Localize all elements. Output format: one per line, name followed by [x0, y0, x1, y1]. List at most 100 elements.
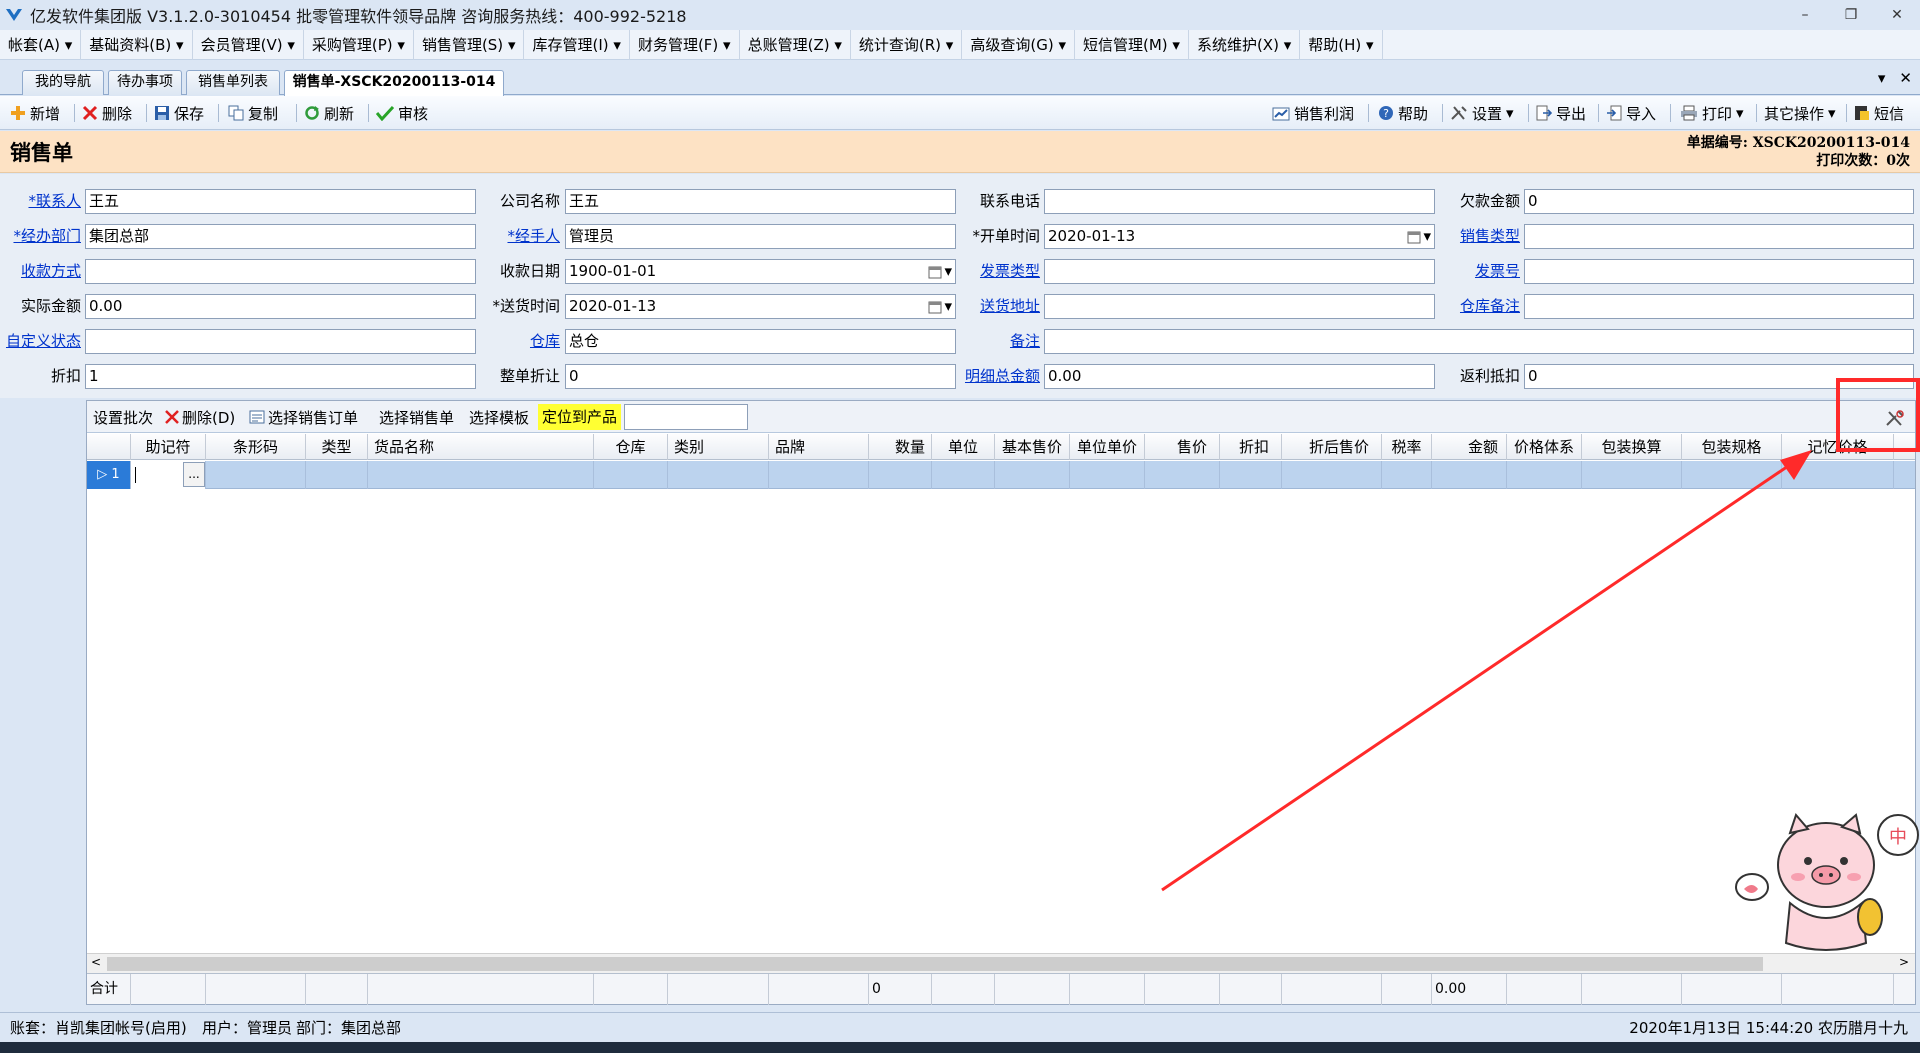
scroll-thumb[interactable]: [107, 957, 1763, 971]
col-warehouse[interactable]: 仓库: [594, 434, 668, 460]
refresh-button[interactable]: 刷新: [304, 96, 354, 130]
menu-sms[interactable]: 短信管理(M) ▾: [1075, 29, 1189, 60]
custom-status-label[interactable]: 自定义状态: [0, 329, 81, 353]
locate-product-input[interactable]: [624, 404, 748, 430]
mnemonic-cell[interactable]: ...: [131, 461, 206, 489]
warehouse-label[interactable]: 仓库: [480, 329, 560, 353]
col-brand[interactable]: 品牌: [769, 434, 869, 460]
dept-field[interactable]: 集团总部: [85, 224, 476, 249]
col-unit-price[interactable]: 单位单价: [1070, 434, 1145, 460]
horizontal-scrollbar[interactable]: < >: [87, 953, 1915, 973]
scroll-right-icon[interactable]: >: [1899, 955, 1909, 969]
scroll-left-icon[interactable]: <: [91, 955, 101, 969]
sms-button[interactable]: 短信: [1854, 96, 1904, 130]
delete-button[interactable]: 删除: [82, 96, 132, 130]
chevron-down-icon[interactable]: ▾: [1423, 225, 1431, 248]
col-base-price[interactable]: 基本售价: [995, 434, 1070, 460]
invoice-no-field[interactable]: [1524, 259, 1914, 284]
tab-close-icon[interactable]: ✕: [1899, 69, 1912, 87]
tab-sales-list[interactable]: 销售单列表: [186, 70, 280, 95]
menu-advanced-query[interactable]: 高级查询(G) ▾: [962, 29, 1075, 60]
col-type[interactable]: 类型: [306, 434, 368, 460]
menu-ledger[interactable]: 总账管理(Z) ▾: [740, 29, 851, 60]
delivery-addr-field[interactable]: [1044, 294, 1435, 319]
audit-button[interactable]: 审核: [376, 96, 428, 130]
calendar-icon[interactable]: [928, 300, 942, 314]
select-sales-order-button[interactable]: 选择销售订单: [249, 401, 358, 433]
sale-type-field[interactable]: [1524, 224, 1914, 249]
actual-amount-field[interactable]: 0.00: [85, 294, 476, 319]
contact-label[interactable]: *联系人: [0, 189, 81, 213]
menu-sales[interactable]: 销售管理(S) ▾: [414, 29, 525, 60]
menu-purchase[interactable]: 采购管理(P) ▾: [304, 29, 414, 60]
remark-field[interactable]: [1044, 329, 1914, 354]
warehouse-field[interactable]: 总仓: [565, 329, 956, 354]
invoice-no-label[interactable]: 发票号: [1440, 259, 1520, 283]
settings-button[interactable]: 设置 ▾: [1450, 96, 1514, 130]
invoice-type-label[interactable]: 发票类型: [960, 259, 1040, 283]
menu-finance[interactable]: 财务管理(F) ▾: [630, 29, 740, 60]
close-icon[interactable]: ✕: [1874, 0, 1920, 30]
copy-button[interactable]: 复制: [228, 96, 278, 130]
ellipsis-button[interactable]: ...: [183, 462, 205, 487]
delivery-addr-label[interactable]: 送货地址: [960, 294, 1040, 318]
pay-date-field[interactable]: 1900-01-01 ▾: [565, 259, 956, 284]
discount-field[interactable]: 1: [85, 364, 476, 389]
contact-field[interactable]: 王五: [85, 189, 476, 214]
grid-delete-button[interactable]: 删除(D): [165, 401, 235, 433]
tab-list-dropdown-icon[interactable]: ▾: [1878, 69, 1886, 87]
menu-basic-data[interactable]: 基础资料(B) ▾: [81, 29, 193, 60]
arrears-field[interactable]: 0: [1524, 189, 1914, 214]
phone-field[interactable]: [1044, 189, 1435, 214]
detail-total-label[interactable]: 明细总金额: [960, 364, 1040, 388]
calendar-icon[interactable]: [928, 265, 942, 279]
custom-status-field[interactable]: [85, 329, 476, 354]
menu-member[interactable]: 会员管理(V) ▾: [193, 29, 304, 60]
export-button[interactable]: 导出: [1536, 96, 1586, 130]
tab-sales-order[interactable]: 销售单-XSCK20200113-014: [284, 70, 504, 96]
pay-method-label[interactable]: 收款方式: [0, 259, 81, 283]
minimize-icon[interactable]: –: [1782, 0, 1828, 30]
detail-total-field[interactable]: 0.00: [1044, 364, 1435, 389]
other-ops-button[interactable]: 其它操作 ▾: [1764, 96, 1836, 130]
col-unit[interactable]: 单位: [932, 434, 995, 460]
col-barcode[interactable]: 条形码: [206, 434, 306, 460]
menu-system[interactable]: 系统维护(X) ▾: [1189, 29, 1301, 60]
handler-label[interactable]: *经手人: [480, 224, 560, 248]
warehouse-note-label[interactable]: 仓库备注: [1440, 294, 1520, 318]
col-quantity[interactable]: 数量: [869, 434, 932, 460]
col-category[interactable]: 类别: [668, 434, 769, 460]
add-button[interactable]: 新增: [10, 96, 60, 130]
chevron-down-icon[interactable]: ▾: [944, 295, 952, 318]
menu-statistics[interactable]: 统计查询(R) ▾: [851, 29, 963, 60]
open-time-field[interactable]: 2020-01-13 ▾: [1044, 224, 1435, 249]
sales-profit-button[interactable]: 销售利润: [1272, 96, 1354, 130]
menu-inventory[interactable]: 库存管理(I) ▾: [524, 29, 630, 60]
select-template-button[interactable]: 选择模板: [469, 401, 529, 433]
sale-type-label[interactable]: 销售类型: [1440, 224, 1520, 248]
calendar-icon[interactable]: [1407, 230, 1421, 244]
invoice-type-field[interactable]: [1044, 259, 1435, 284]
remark-label[interactable]: 备注: [960, 329, 1040, 353]
restore-icon[interactable]: ❐: [1828, 0, 1874, 30]
help-button[interactable]: ? 帮助: [1378, 96, 1428, 130]
chevron-down-icon[interactable]: ▾: [944, 260, 952, 283]
warehouse-note-field[interactable]: [1524, 294, 1914, 319]
tab-my-nav[interactable]: 我的导航: [22, 70, 104, 95]
print-button[interactable]: 打印 ▾: [1680, 96, 1744, 130]
whole-discount-field[interactable]: 0: [565, 364, 956, 389]
col-mnemonic[interactable]: 助记符: [131, 434, 206, 460]
handler-field[interactable]: 管理员: [565, 224, 956, 249]
save-button[interactable]: 保存: [154, 96, 204, 130]
import-button[interactable]: 导入: [1606, 96, 1656, 130]
company-field[interactable]: 王五: [565, 189, 956, 214]
set-batch-button[interactable]: 设置批次: [93, 401, 153, 433]
menu-account[interactable]: 帐套(A) ▾: [0, 29, 82, 60]
menu-help[interactable]: 帮助(H) ▾: [1300, 29, 1383, 60]
pay-method-field[interactable]: [85, 259, 476, 284]
tab-todo[interactable]: 待办事项: [108, 70, 182, 95]
select-sales-button[interactable]: 选择销售单: [379, 401, 454, 433]
delivery-time-field[interactable]: 2020-01-13 ▾: [565, 294, 956, 319]
col-product-name[interactable]: 货品名称: [368, 434, 594, 460]
dept-label[interactable]: *经办部门: [0, 224, 81, 248]
